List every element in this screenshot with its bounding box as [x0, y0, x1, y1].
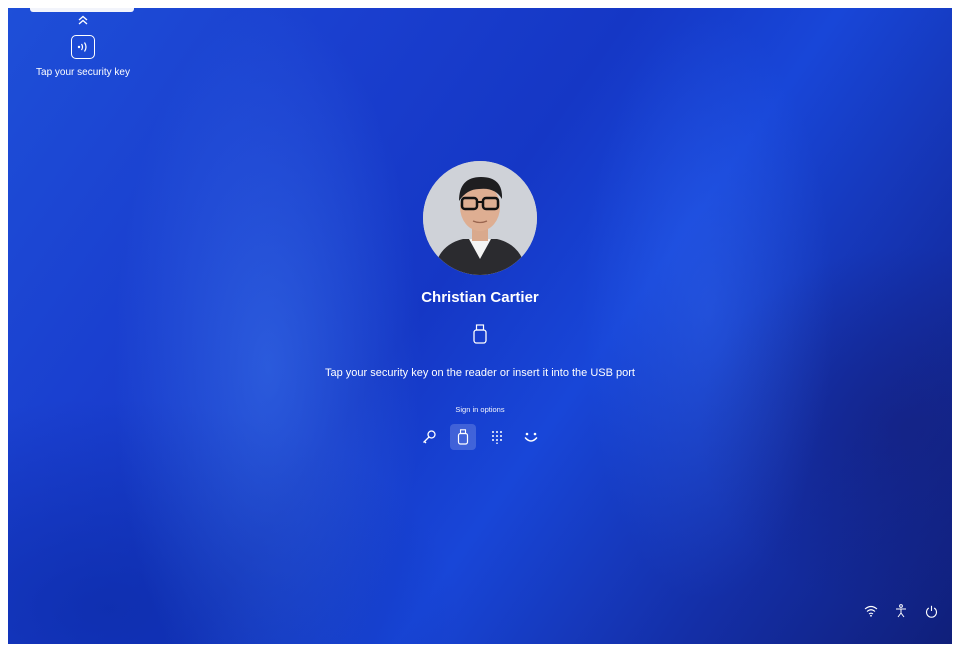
usb-key-icon [457, 429, 469, 445]
sign-in-panel: Christian Cartier Tap your security key … [8, 161, 952, 450]
top-strip [30, 8, 134, 12]
password-option-button[interactable] [416, 424, 442, 450]
face-recognition-icon [524, 432, 538, 442]
accessibility-icon[interactable] [894, 604, 908, 618]
pin-keypad-icon [492, 431, 502, 444]
key-icon [423, 430, 436, 444]
face-option-button[interactable] [518, 424, 544, 450]
chevron-double-up-icon[interactable] [76, 14, 90, 28]
system-tray [864, 604, 938, 618]
nfc-security-key-icon [71, 35, 95, 59]
security-key-prompt: Tap your security key on the reader or i… [325, 367, 635, 379]
notification-label: Tap your security key [36, 67, 130, 78]
wifi-icon[interactable] [864, 604, 878, 618]
pin-option-button[interactable] [484, 424, 510, 450]
lock-screen: Tap your security key Christian Cartier … [8, 8, 952, 644]
user-avatar [423, 161, 537, 275]
security-key-notification[interactable]: Tap your security key [8, 14, 158, 78]
security-key-option-button[interactable] [450, 424, 476, 450]
usb-security-key-icon [473, 324, 487, 344]
sign-in-options-label[interactable]: Sign in options [8, 405, 952, 414]
user-name: Christian Cartier [421, 289, 539, 306]
sign-in-options [8, 424, 952, 450]
power-icon[interactable] [924, 604, 938, 618]
